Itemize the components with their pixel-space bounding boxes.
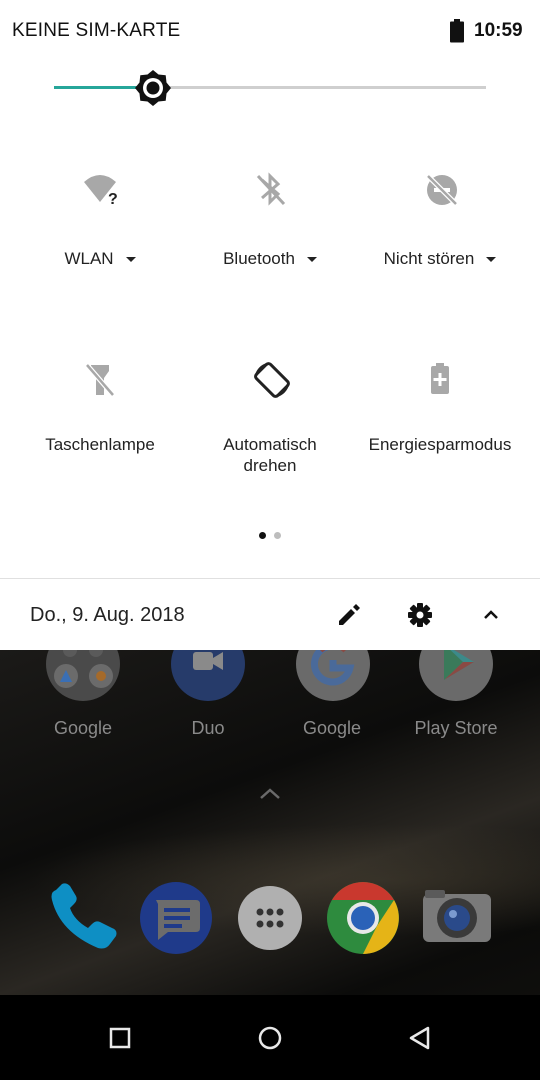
- auto-rotate-icon: [252, 360, 290, 398]
- tile-label-line2: drehen: [243, 456, 297, 475]
- settings-icon[interactable]: [406, 601, 434, 629]
- tile-automatisch-drehen-label[interactable]: Automatisch drehen: [180, 434, 360, 476]
- camera-icon[interactable]: [419, 880, 495, 956]
- flashlight-off-icon: [82, 360, 118, 397]
- tile-nicht-stoeren[interactable]: Nicht stören: [350, 170, 530, 280]
- clock: 10:59: [474, 20, 523, 41]
- chevron-down-icon: [306, 257, 317, 263]
- tile-nicht-stoeren-label[interactable]: Nicht stören: [350, 248, 530, 269]
- phone-icon[interactable]: [46, 880, 122, 956]
- play-store-icon[interactable]: [419, 650, 493, 704]
- brightness-track: [153, 86, 486, 89]
- do-not-disturb-off-icon: [422, 170, 458, 206]
- tile-wlan-label[interactable]: WLAN: [10, 248, 190, 269]
- svg-text:?: ?: [108, 191, 118, 208]
- duo-icon[interactable]: [171, 650, 245, 704]
- battery-full-icon: [449, 19, 465, 48]
- divider: [0, 578, 540, 579]
- edit-icon[interactable]: [334, 601, 362, 629]
- page-dot-active: [259, 532, 266, 539]
- brightness-slider[interactable]: [0, 66, 540, 110]
- battery-saver-icon: [422, 360, 458, 396]
- app-label[interactable]: Duo: [148, 718, 268, 739]
- tile-energiesparmodus-label[interactable]: Energiesparmodus: [350, 434, 530, 455]
- chevron-up-icon[interactable]: [477, 601, 505, 629]
- app-label[interactable]: Google: [23, 718, 143, 739]
- chevron-down-icon: [125, 257, 136, 263]
- brightness-icon[interactable]: [134, 69, 172, 112]
- app-label[interactable]: Google: [272, 718, 392, 739]
- recents-icon[interactable]: [105, 1023, 135, 1053]
- carrier-label: KEINE SIM-KARTE: [12, 20, 181, 41]
- messages-icon[interactable]: [138, 880, 214, 956]
- google-folder-icon[interactable]: [46, 650, 120, 704]
- google-icon[interactable]: [296, 650, 370, 704]
- app-drawer-icon[interactable]: [232, 880, 308, 956]
- back-icon[interactable]: [405, 1023, 435, 1053]
- date-label[interactable]: Do., 9. Aug. 2018: [30, 604, 185, 627]
- tile-bluetooth-label[interactable]: Bluetooth: [180, 248, 360, 269]
- navigation-bar: [0, 995, 540, 1080]
- chrome-icon[interactable]: [325, 880, 401, 956]
- chevron-down-icon: [486, 257, 497, 263]
- wifi-unknown-icon: ?: [82, 170, 118, 208]
- tile-label-line1: Automatisch: [223, 435, 317, 454]
- quick-settings-panel: KEINE SIM-KARTE 10:59 ? WLAN Bluetooth N…: [0, 0, 540, 650]
- status-bar: KEINE SIM-KARTE 10:59: [0, 0, 540, 62]
- tile-bluetooth[interactable]: Bluetooth: [180, 170, 360, 280]
- tile-automatisch-drehen[interactable]: Automatisch drehen: [180, 360, 360, 480]
- app-label[interactable]: Play Store: [396, 718, 516, 739]
- page-dot: [274, 532, 281, 539]
- tile-taschenlampe[interactable]: Taschenlampe: [10, 360, 190, 480]
- tile-taschenlampe-label[interactable]: Taschenlampe: [10, 434, 190, 455]
- tile-wlan[interactable]: ? WLAN: [10, 170, 190, 280]
- bluetooth-off-icon: [252, 170, 288, 206]
- home-icon[interactable]: [255, 1023, 285, 1053]
- tile-energiesparmodus[interactable]: Energiesparmodus: [350, 360, 530, 480]
- chevron-up-icon[interactable]: [258, 786, 282, 805]
